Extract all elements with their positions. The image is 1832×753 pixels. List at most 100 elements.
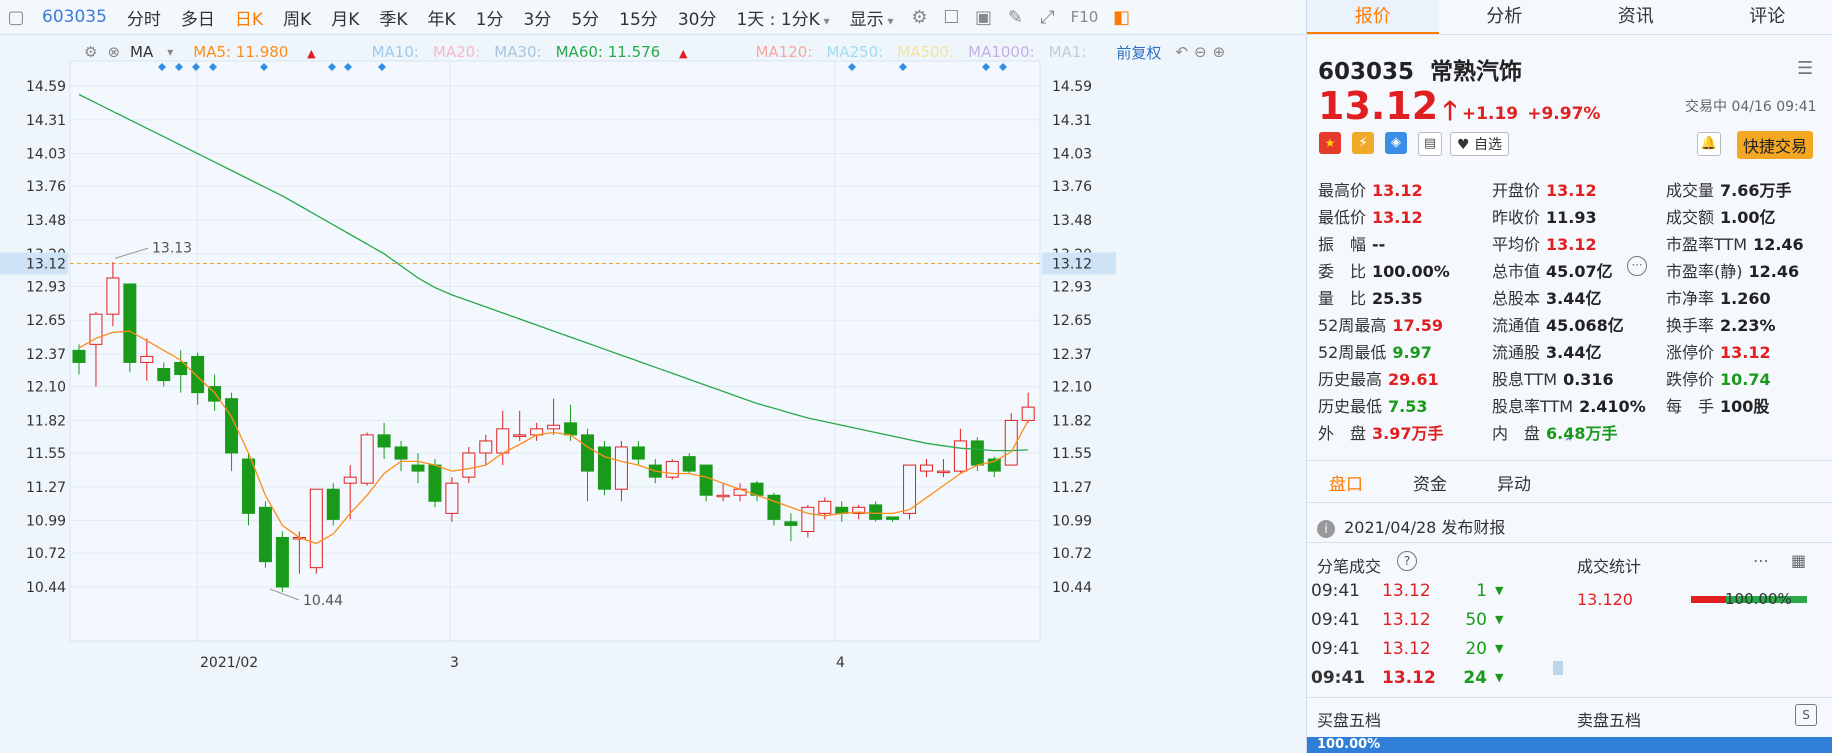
tab-analysis[interactable]: 分析	[1439, 0, 1571, 34]
fullscreen-icon[interactable]: ⤢	[1031, 7, 1063, 28]
tab-comments[interactable]: 评论	[1702, 0, 1832, 34]
y-tick-label-left: 10.72	[26, 546, 66, 562]
display-label: 显示	[849, 9, 884, 30]
period-tab-5min[interactable]: 5分	[561, 5, 609, 30]
price-up-arrow-icon: 🡑	[1443, 96, 1457, 126]
y-tick-label-left: 12.65	[26, 313, 66, 329]
kline-svg[interactable]: 14.59 14.59 14.31 14.31 14.03 14.03 13.76 13.76…	[0, 35, 1305, 753]
tab-news[interactable]: 资讯	[1570, 0, 1702, 34]
quote-field-label: 成交量	[1666, 181, 1715, 200]
quick-trade-button[interactable]: 快捷交易	[1737, 131, 1814, 159]
quote-field-value: 1.00亿	[1720, 208, 1776, 227]
quote-field-value: 13.12	[1546, 181, 1597, 200]
scroll-indicator[interactable]	[1553, 661, 1563, 675]
price-change: +1.19	[1461, 104, 1519, 124]
y-tick-label-right: 13.48	[1052, 213, 1092, 229]
add-watchlist-button[interactable]: ♥ 自选	[1450, 132, 1510, 156]
candle-body	[89, 313, 103, 345]
quote-field: 成交额 1.00亿	[1666, 204, 1776, 228]
quote-field-label: 52周最低	[1318, 343, 1387, 362]
quote-field-label: 涨停价	[1666, 343, 1715, 362]
period-tab-monthly[interactable]: 月K	[321, 5, 369, 30]
expand-caret-icon[interactable]: ⌃	[1563, 436, 1574, 451]
chevron-down-icon: ▾	[819, 13, 830, 28]
square-icon[interactable]: ☐	[935, 7, 967, 28]
period-select[interactable]: 1天 : 1分K ▾	[726, 5, 839, 30]
period-tab-daily[interactable]: 日K	[225, 5, 273, 30]
quote-field-label: 最高价	[1318, 181, 1367, 200]
y-tick-label-right: 14.59	[1052, 79, 1092, 95]
period-tab-multiday[interactable]: 多日	[171, 5, 225, 30]
lightning-icon: ⚡	[1352, 132, 1374, 154]
candle-body	[682, 456, 696, 472]
bottom-bar: 100.00%	[1307, 737, 1832, 753]
quote-field-value: 12.46	[1748, 262, 1800, 281]
quote-field-value: 13.12	[1372, 208, 1423, 227]
quote-field: 市净率 1.260	[1666, 285, 1771, 309]
quote-field-label: 跌停价	[1666, 370, 1715, 389]
display-select[interactable]: 显示 ▾	[840, 5, 904, 30]
list-icon[interactable]: ☰	[1797, 58, 1813, 79]
period-tab-15min[interactable]: 15分	[609, 5, 668, 30]
period-tab-yearly[interactable]: 年K	[418, 5, 466, 30]
candle-body	[123, 283, 137, 363]
price-change-pct: +9.97%	[1527, 104, 1601, 124]
ask-title: 卖盘五档	[1577, 711, 1642, 730]
quote-field-value: 13.12	[1546, 235, 1597, 254]
quote-panel: 报价 分析 资讯 评论 603035 常熟汽饰 ☰ 13.12 🡑 +1.19 …	[1306, 0, 1832, 753]
quote-field-label: 流通股	[1492, 343, 1541, 362]
stats-pct: 100.00%	[1725, 590, 1792, 608]
y-tick-label-right: 14.03	[1052, 147, 1092, 163]
quote-field-value: 29.61	[1388, 370, 1439, 389]
earnings-notice[interactable]: i 2021/04/28 发布财报	[1317, 514, 1505, 538]
down-arrow-icon: ▼	[1495, 642, 1504, 655]
quote-field-label: 历史最高	[1318, 370, 1383, 389]
candle-body	[411, 464, 425, 472]
period-tab-weekly[interactable]: 周K	[273, 5, 321, 30]
tab-quote[interactable]: 报价	[1307, 0, 1439, 34]
period-tab-fenshi[interactable]: 分时	[117, 5, 171, 30]
help-icon[interactable]: ?	[1397, 551, 1417, 571]
more-circle-icon[interactable]: ⋯	[1627, 256, 1647, 276]
candle-body	[547, 424, 561, 430]
plot-frame	[69, 60, 1041, 642]
bookmark-icon[interactable]: ▤	[1418, 132, 1442, 156]
x-tick-label: 2021/02	[200, 655, 258, 671]
candle-body	[343, 476, 357, 484]
candle-body	[428, 464, 442, 502]
candle-body	[699, 464, 713, 496]
subtab-pankou[interactable]: 盘口	[1329, 470, 1363, 500]
quote-field: 平均价 13.12	[1492, 231, 1597, 255]
subtab-yidong[interactable]: 异动	[1497, 470, 1531, 500]
candle-body	[445, 482, 459, 514]
quote-field: 内 盘 6.48万手	[1492, 420, 1618, 444]
y-tick-label-right: 10.72	[1052, 546, 1092, 562]
more-icon[interactable]: ⋯	[1753, 551, 1769, 570]
candle-body	[920, 464, 933, 472]
tick-time: 09:41	[1311, 610, 1360, 630]
pencil-icon[interactable]: ✎	[999, 7, 1031, 28]
subtab-zijin[interactable]: 资金	[1413, 470, 1447, 500]
grid-icon[interactable]: ▦	[1791, 551, 1806, 570]
quote-tabs: 报价 分析 资讯 评论	[1307, 0, 1832, 35]
f10-button[interactable]: F10	[1063, 8, 1105, 26]
candle-body	[784, 521, 798, 526]
quote-field: 换手率 2.23%	[1666, 312, 1776, 336]
camera-icon[interactable]: ▣	[967, 7, 999, 28]
panel-toggle-icon[interactable]: ▢	[0, 7, 32, 28]
period-tab-3min[interactable]: 3分	[514, 5, 562, 30]
quote-field-value: 3.44亿	[1546, 289, 1602, 308]
y-tick-label-right: 12.65	[1052, 313, 1092, 329]
period-tab-1min[interactable]: 1分	[466, 5, 514, 30]
y-tick-label-right: 11.27	[1052, 480, 1092, 496]
period-tab-30min[interactable]: 30分	[668, 5, 727, 30]
split-icon[interactable]: S	[1795, 704, 1817, 726]
period-tab-quarterly[interactable]: 季K	[369, 5, 417, 30]
quote-field: 昨收价 11.93	[1492, 204, 1597, 228]
sidebar-toggle-icon[interactable]: ◧	[1105, 7, 1137, 28]
bell-icon[interactable]: 🔔	[1697, 132, 1721, 156]
quote-field-label: 平均价	[1492, 235, 1541, 254]
y-tick-label-left: 14.31	[26, 113, 66, 129]
tick-price: 13.12	[1382, 581, 1431, 601]
gear-icon[interactable]: ⚙	[903, 7, 935, 28]
